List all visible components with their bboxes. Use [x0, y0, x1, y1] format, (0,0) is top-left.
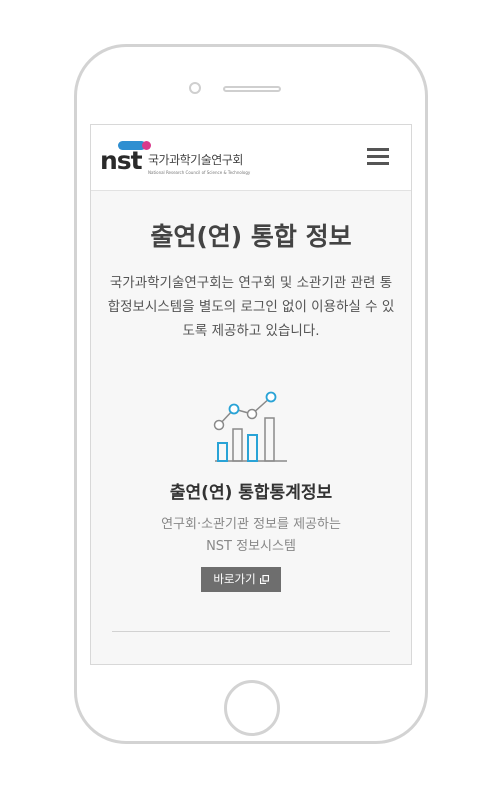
front-camera	[189, 82, 201, 94]
page-title: 출연(연) 통합 정보	[150, 222, 352, 251]
bar-line-chart-icon	[213, 391, 287, 462]
logo-org-name-korean: 국가과학기술연구회	[148, 153, 243, 167]
home-button[interactable]	[224, 680, 280, 736]
section-divider	[112, 631, 390, 632]
external-link-icon	[259, 568, 269, 585]
logo-org-name-english: National Research Council of Science & T…	[148, 170, 251, 175]
page-description: 국가과학기술연구회는 연구회 및 소관기관 관련 통합정보시스템을 별도의 로그…	[107, 275, 395, 339]
nst-logo[interactable]: nst 국가과학기술연구회 National Research Council …	[100, 139, 270, 179]
service-description: 연구회·소관기관 정보를 제공하는 NST 정보시스템	[91, 514, 411, 558]
logo-nst-text: nst	[100, 146, 143, 175]
go-button-label: 바로가기	[213, 572, 256, 586]
service-description-line1: 연구회·소관기관 정보를 제공하는	[161, 517, 341, 532]
go-to-service-button[interactable]: 바로가기	[201, 567, 281, 592]
service-description-line2: NST 정보시스템	[206, 539, 296, 554]
top-navigation-bar: nst 국가과학기술연구회 National Research Council …	[91, 125, 411, 191]
hamburger-menu-icon[interactable]	[367, 148, 391, 168]
phone-screen: nst 국가과학기술연구회 National Research Council …	[90, 124, 412, 665]
service-title: 출연(연) 통합통계정보	[169, 483, 333, 503]
phone-speaker	[223, 86, 281, 92]
